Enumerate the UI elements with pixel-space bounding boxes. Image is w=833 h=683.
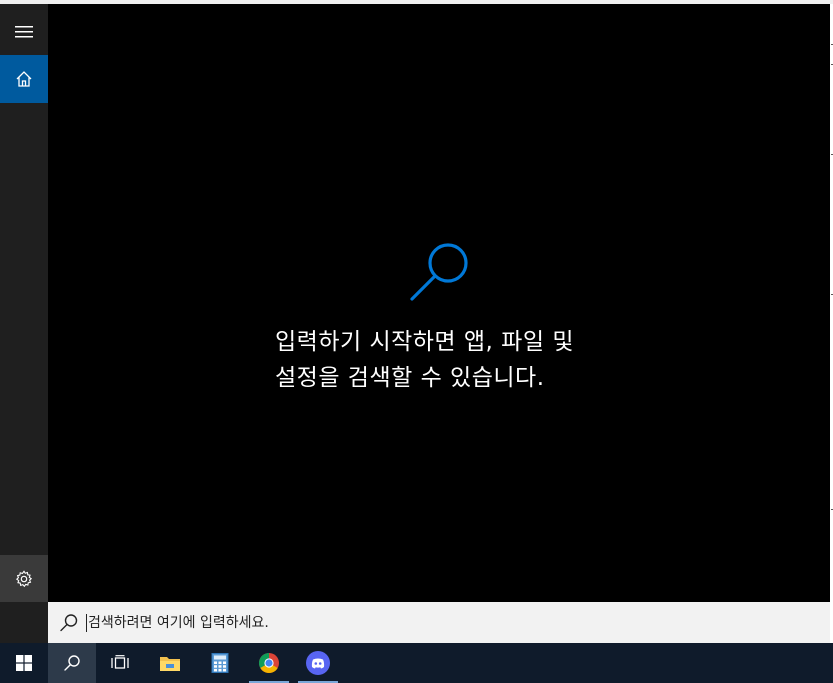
chrome-icon (259, 653, 279, 673)
discord-button[interactable] (294, 643, 342, 683)
start-left-rail (0, 4, 48, 643)
search-icon (64, 655, 80, 671)
task-view-icon (111, 655, 129, 669)
home-icon (16, 71, 32, 87)
search-hint-line-1: 입력하기 시작하면 앱, 파일 및 (275, 329, 574, 355)
discord-icon (306, 651, 330, 675)
calculator-icon (211, 653, 229, 673)
search-button[interactable] (48, 643, 96, 683)
task-view-button[interactable] (96, 643, 144, 683)
home-button[interactable] (0, 55, 48, 103)
search-results-panel: 입력하기 시작하면 앱, 파일 및 설정을 검색할 수 있습니다. (48, 4, 830, 602)
search-icon (60, 613, 78, 631)
chrome-button[interactable] (245, 643, 293, 683)
search-box[interactable] (48, 602, 830, 643)
calculator-button[interactable] (196, 643, 244, 683)
taskbar (0, 643, 833, 683)
file-explorer-button[interactable] (146, 643, 194, 683)
settings-button[interactable] (0, 555, 48, 602)
windows-logo-icon (16, 655, 32, 671)
desktop: 입력하기 시작하면 앱, 파일 및 설정을 검색할 수 있습니다. (0, 0, 833, 683)
hamburger-menu-icon (15, 26, 33, 38)
gear-icon (15, 569, 33, 587)
start-button[interactable] (0, 643, 48, 683)
search-input[interactable] (87, 607, 788, 638)
search-hint-text: 입력하기 시작하면 앱, 파일 및 설정을 검색할 수 있습니다. (275, 324, 675, 396)
folder-icon (160, 657, 180, 671)
search-hint-line-2: 설정을 검색할 수 있습니다. (275, 365, 545, 391)
menu-button[interactable] (0, 8, 48, 56)
search-icon (410, 243, 468, 301)
